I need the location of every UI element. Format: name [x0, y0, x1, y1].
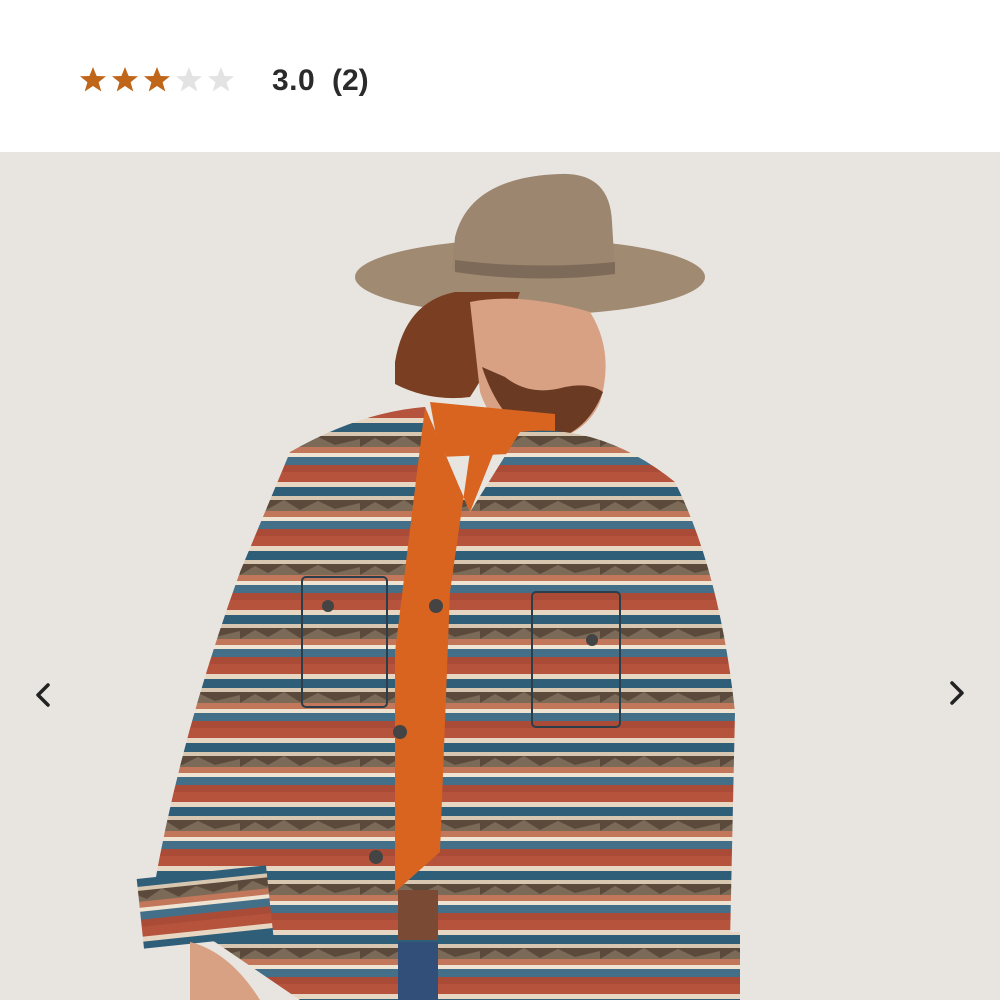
- rating-summary: 3.0 (2): [0, 0, 1000, 152]
- star-empty-icon: [206, 65, 236, 95]
- review-count[interactable]: (2): [332, 64, 369, 98]
- chevron-left-icon: [36, 683, 50, 707]
- rating-value: 3.0: [272, 64, 316, 97]
- previous-image-button[interactable]: [24, 675, 64, 715]
- star-empty-icon: [174, 65, 204, 95]
- star-filled-icon: [142, 65, 172, 95]
- product-photo[interactable]: [0, 152, 1000, 1000]
- star-filled-icon: [78, 65, 108, 95]
- chevron-right-icon: [950, 681, 964, 705]
- product-image-gallery: [0, 152, 1000, 1000]
- star-rating[interactable]: [78, 62, 236, 98]
- star-filled-icon: [110, 65, 140, 95]
- next-image-button[interactable]: [936, 673, 976, 713]
